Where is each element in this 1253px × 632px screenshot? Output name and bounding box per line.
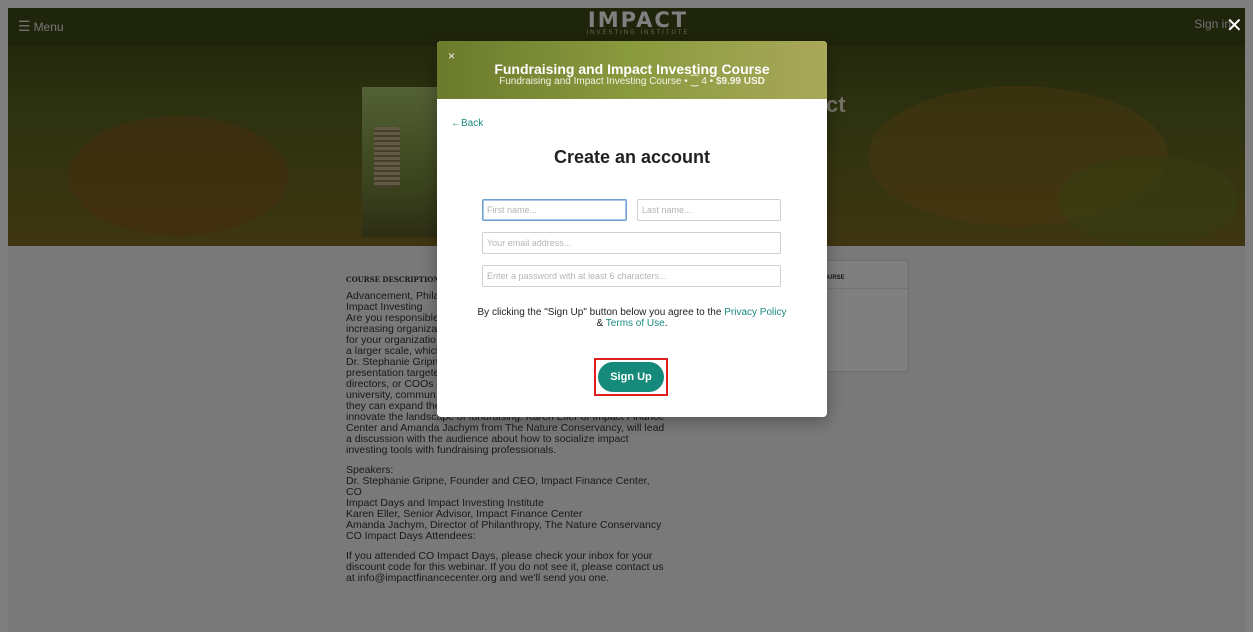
first-name-input[interactable]	[482, 199, 627, 221]
terms-period: .	[664, 318, 668, 329]
create-account-heading: Create an account	[553, 147, 711, 167]
back-link[interactable]: ←Back	[451, 118, 483, 129]
modal-header: × Fundraising and Impact Investing Cours…	[437, 41, 827, 99]
privacy-policy-link[interactable]: Privacy Policy	[724, 307, 786, 318]
signup-modal: × Fundraising and Impact Investing Cours…	[437, 41, 827, 417]
close-overlay-icon[interactable]: ✕	[1226, 16, 1243, 36]
terms-agreement: By clicking the "Sign Up" button below y…	[477, 307, 787, 329]
last-name-input[interactable]	[637, 199, 781, 221]
lessons-icon: ⁐	[690, 76, 699, 87]
email-input[interactable]	[482, 232, 781, 254]
modal-course-subtitle: Fundraising and Impact Investing Course …	[437, 76, 827, 87]
modal-course-title: Fundraising and Impact Investing Course	[494, 61, 770, 77]
agree-text: By clicking the "Sign Up" button below y…	[477, 307, 725, 318]
subtitle-course-name: Fundraising and Impact Investing Course	[499, 76, 682, 87]
password-input[interactable]	[482, 265, 781, 287]
sign-up-button[interactable]: Sign Up	[598, 362, 664, 392]
terms-conjunction: &	[596, 318, 606, 329]
terms-of-use-link[interactable]: Terms of Use	[606, 318, 665, 329]
lesson-count: 4	[701, 76, 707, 87]
course-price: $9.99 USD	[715, 76, 765, 87]
